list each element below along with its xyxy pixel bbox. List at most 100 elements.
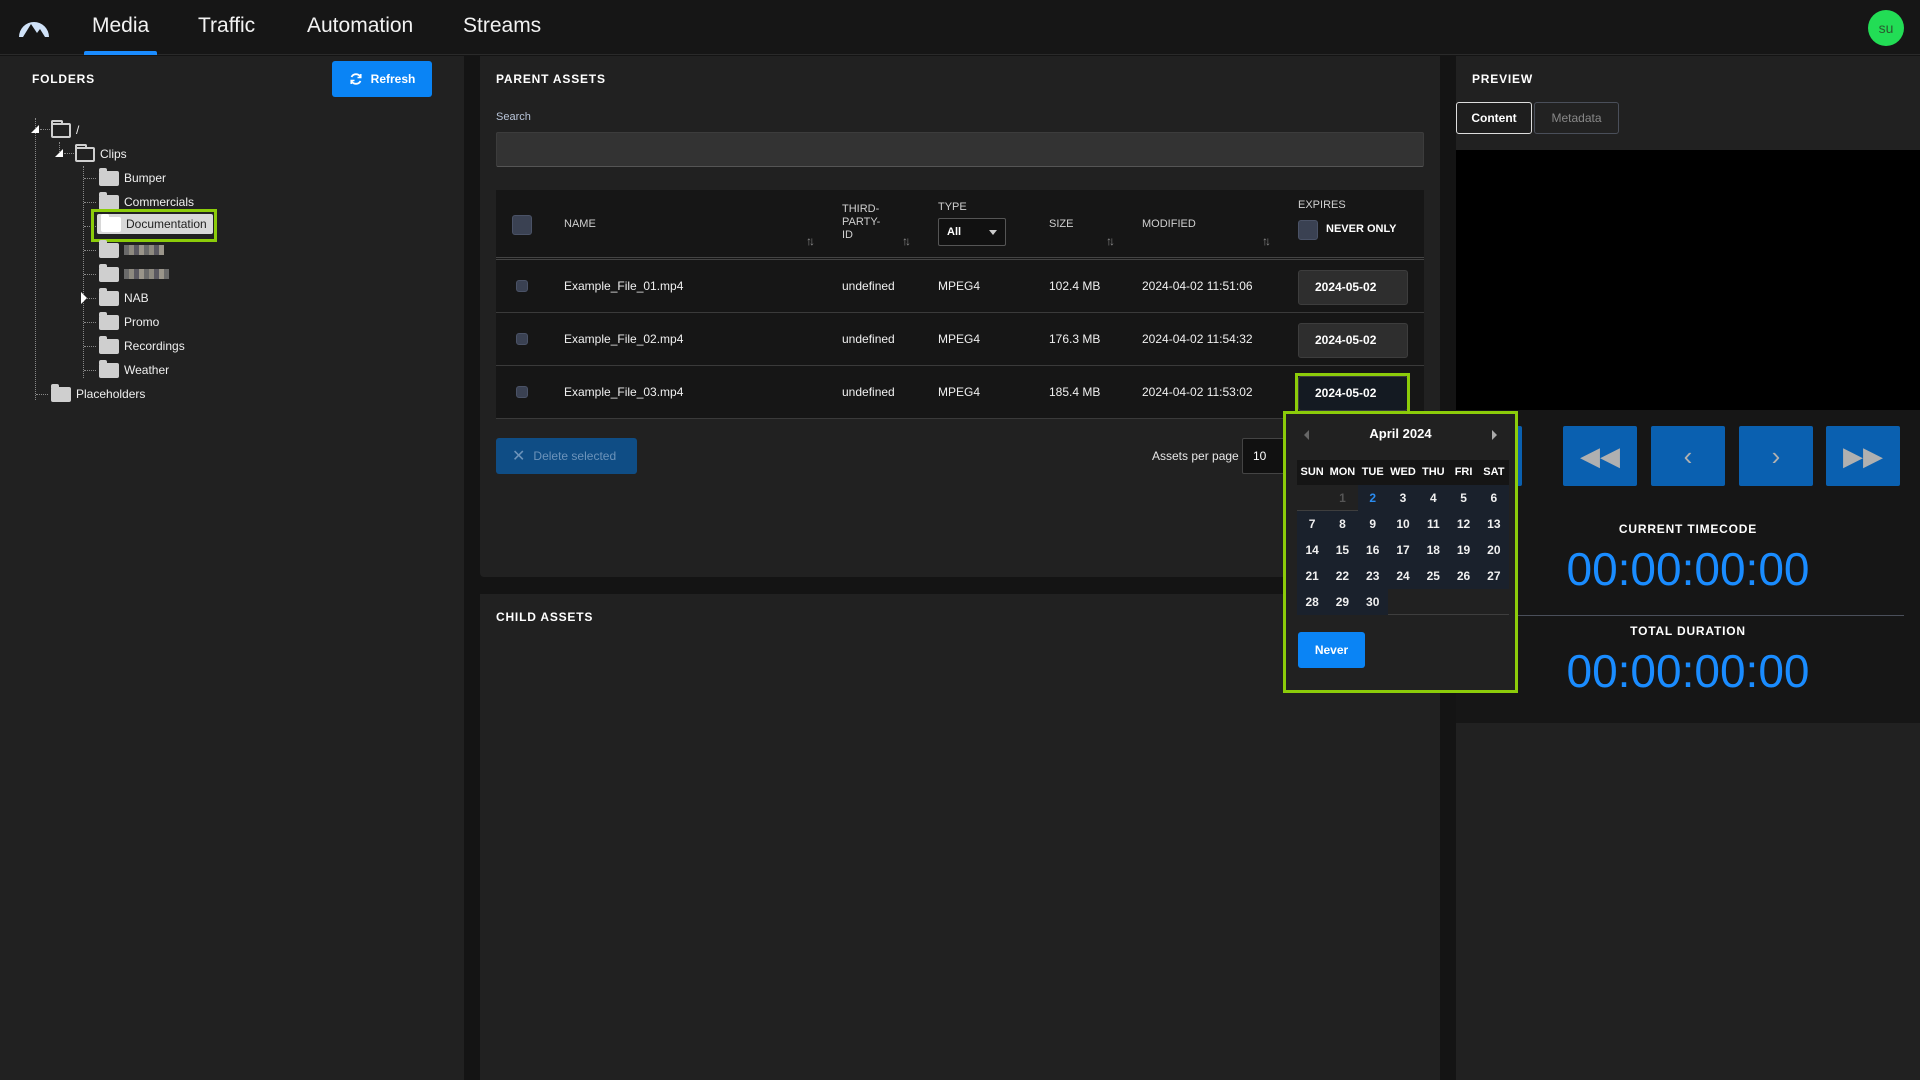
calendar-day[interactable]: 6 xyxy=(1478,485,1509,511)
select-all-checkbox[interactable] xyxy=(512,215,532,235)
folder-placeholders[interactable]: Placeholders xyxy=(51,383,145,404)
column-name[interactable]: NAME xyxy=(564,218,596,230)
calendar-day[interactable]: 20 xyxy=(1478,537,1509,563)
calendar-day[interactable]: 2 xyxy=(1357,485,1388,511)
calendar-day[interactable]: 23 xyxy=(1357,563,1388,589)
calendar-day[interactable]: 3 xyxy=(1387,485,1419,511)
column-third-party-id[interactable]: THIRD- PARTY- ID xyxy=(842,203,880,242)
calendar-day[interactable]: 12 xyxy=(1448,511,1479,537)
sort-icon[interactable]: ↑↓ xyxy=(1262,234,1271,248)
day-of-week-label: THU xyxy=(1421,466,1445,478)
search-input[interactable] xyxy=(496,132,1424,167)
tab-metadata[interactable]: Metadata xyxy=(1534,102,1619,134)
folder-redacted-2[interactable] xyxy=(99,263,169,284)
expand-nab-icon[interactable] xyxy=(81,292,87,304)
folder-bumper[interactable]: Bumper xyxy=(99,167,166,188)
nav-automation[interactable]: Automation xyxy=(307,14,413,55)
calendar-day[interactable]: 27 xyxy=(1478,563,1509,589)
sort-icon[interactable]: ↑↓ xyxy=(806,234,815,248)
calendar-day[interactable]: 29 xyxy=(1327,589,1358,615)
folder-icon xyxy=(99,167,119,186)
folder-redacted-1[interactable] xyxy=(99,239,164,260)
collapse-root-icon[interactable] xyxy=(31,125,39,133)
expires-date-input[interactable]: 2024-05-02 xyxy=(1298,323,1408,358)
step-forward-button[interactable]: › xyxy=(1739,426,1813,486)
user-avatar[interactable]: su xyxy=(1868,10,1904,46)
asset-size: 185.4 MB xyxy=(1049,385,1101,399)
calendar-day[interactable]: 4 xyxy=(1418,485,1449,511)
tab-content[interactable]: Content xyxy=(1456,102,1532,134)
calendar-empty-cell xyxy=(1418,589,1448,615)
calendar-day[interactable]: 22 xyxy=(1327,563,1358,589)
calendar-day: 1 xyxy=(1339,491,1346,505)
day-of-week-label: TUE xyxy=(1361,466,1384,478)
calendar-day[interactable]: 11 xyxy=(1418,511,1449,537)
refresh-button[interactable]: Refresh xyxy=(332,61,432,97)
calendar-day[interactable]: 17 xyxy=(1387,537,1419,563)
calendar-day[interactable]: 8 xyxy=(1327,511,1358,537)
day-of-week-label: MON xyxy=(1329,466,1356,478)
never-only-checkbox[interactable] xyxy=(1298,220,1318,240)
calendar-day[interactable]: 19 xyxy=(1448,537,1479,563)
asset-name: Example_File_02.mp4 xyxy=(564,332,684,346)
never-button[interactable]: Never xyxy=(1298,632,1365,668)
mountain-logo-icon[interactable] xyxy=(18,16,50,38)
calendar-empty-cell xyxy=(1479,589,1509,615)
calendar-day[interactable]: 9 xyxy=(1357,511,1388,537)
calendar-day[interactable]: 26 xyxy=(1448,563,1479,589)
step-back-button[interactable]: ‹ xyxy=(1651,426,1725,486)
sort-icon[interactable]: ↑↓ xyxy=(1106,234,1115,248)
nav-streams[interactable]: Streams xyxy=(463,14,541,55)
column-size[interactable]: SIZE xyxy=(1049,218,1073,230)
table-row[interactable]: Example_File_02.mp4 undefined MPEG4 176.… xyxy=(496,313,1424,366)
delete-selected-button[interactable]: ✕ Delete selected xyxy=(496,438,637,474)
calendar-empty-cell xyxy=(1297,485,1327,511)
folder-weather[interactable]: Weather xyxy=(99,359,169,380)
column-modified[interactable]: MODIFIED xyxy=(1142,218,1196,230)
folder-icon xyxy=(99,359,119,378)
nav-media[interactable]: Media xyxy=(83,14,158,55)
calendar-day[interactable]: 16 xyxy=(1357,537,1388,563)
rewind-button[interactable]: ◀◀ xyxy=(1563,426,1637,486)
redacted-label xyxy=(124,269,169,279)
calendar-day[interactable]: 14 xyxy=(1297,537,1328,563)
video-player[interactable] xyxy=(1456,150,1920,410)
sort-icon[interactable]: ↑↓ xyxy=(902,234,911,248)
calendar-day[interactable]: 13 xyxy=(1478,511,1509,537)
row-checkbox[interactable] xyxy=(516,280,528,292)
next-month-icon[interactable] xyxy=(1492,430,1497,440)
calendar-day[interactable]: 10 xyxy=(1387,511,1419,537)
type-filter-select[interactable]: All xyxy=(938,218,1006,246)
collapse-clips-icon[interactable] xyxy=(55,149,63,157)
folder-root[interactable]: / xyxy=(51,119,79,140)
folder-promo[interactable]: Promo xyxy=(99,311,159,332)
row-checkbox[interactable] xyxy=(516,386,528,398)
asset-modified: 2024-04-02 11:54:32 xyxy=(1142,332,1253,346)
fast-forward-button[interactable]: ▶▶ xyxy=(1826,426,1900,486)
calendar-empty-cell xyxy=(1448,589,1478,615)
calendar-day[interactable]: 25 xyxy=(1418,563,1449,589)
calendar-day[interactable]: 5 xyxy=(1448,485,1479,511)
calendar-empty-cell xyxy=(1388,589,1418,615)
row-checkbox[interactable] xyxy=(516,333,528,345)
calendar-day[interactable]: 21 xyxy=(1297,563,1328,589)
calendar-day[interactable]: 30 xyxy=(1357,589,1388,615)
folder-recordings[interactable]: Recordings xyxy=(99,335,185,356)
folder-documentation[interactable]: Documentation xyxy=(97,213,213,234)
search-label: Search xyxy=(496,111,531,123)
calendar-day[interactable]: 7 xyxy=(1297,511,1328,537)
assets-per-page-label: Assets per page xyxy=(1152,449,1239,463)
asset-modified: 2024-04-02 11:51:06 xyxy=(1142,279,1253,293)
calendar-day[interactable]: 15 xyxy=(1327,537,1358,563)
nav-traffic[interactable]: Traffic xyxy=(198,14,255,55)
expires-date-input[interactable]: 2024-05-02 xyxy=(1298,270,1408,305)
table-row[interactable]: Example_File_01.mp4 undefined MPEG4 102.… xyxy=(496,260,1424,313)
calendar-day[interactable]: 28 xyxy=(1297,589,1328,615)
calendar-day[interactable]: 24 xyxy=(1387,563,1419,589)
calendar-day[interactable]: 18 xyxy=(1418,537,1449,563)
folder-nab[interactable]: NAB xyxy=(99,287,149,308)
current-timecode: 00:00:00:00 xyxy=(1566,543,1810,595)
folder-icon xyxy=(99,287,119,306)
folder-icon xyxy=(99,335,119,354)
folder-clips[interactable]: Clips xyxy=(75,143,127,164)
